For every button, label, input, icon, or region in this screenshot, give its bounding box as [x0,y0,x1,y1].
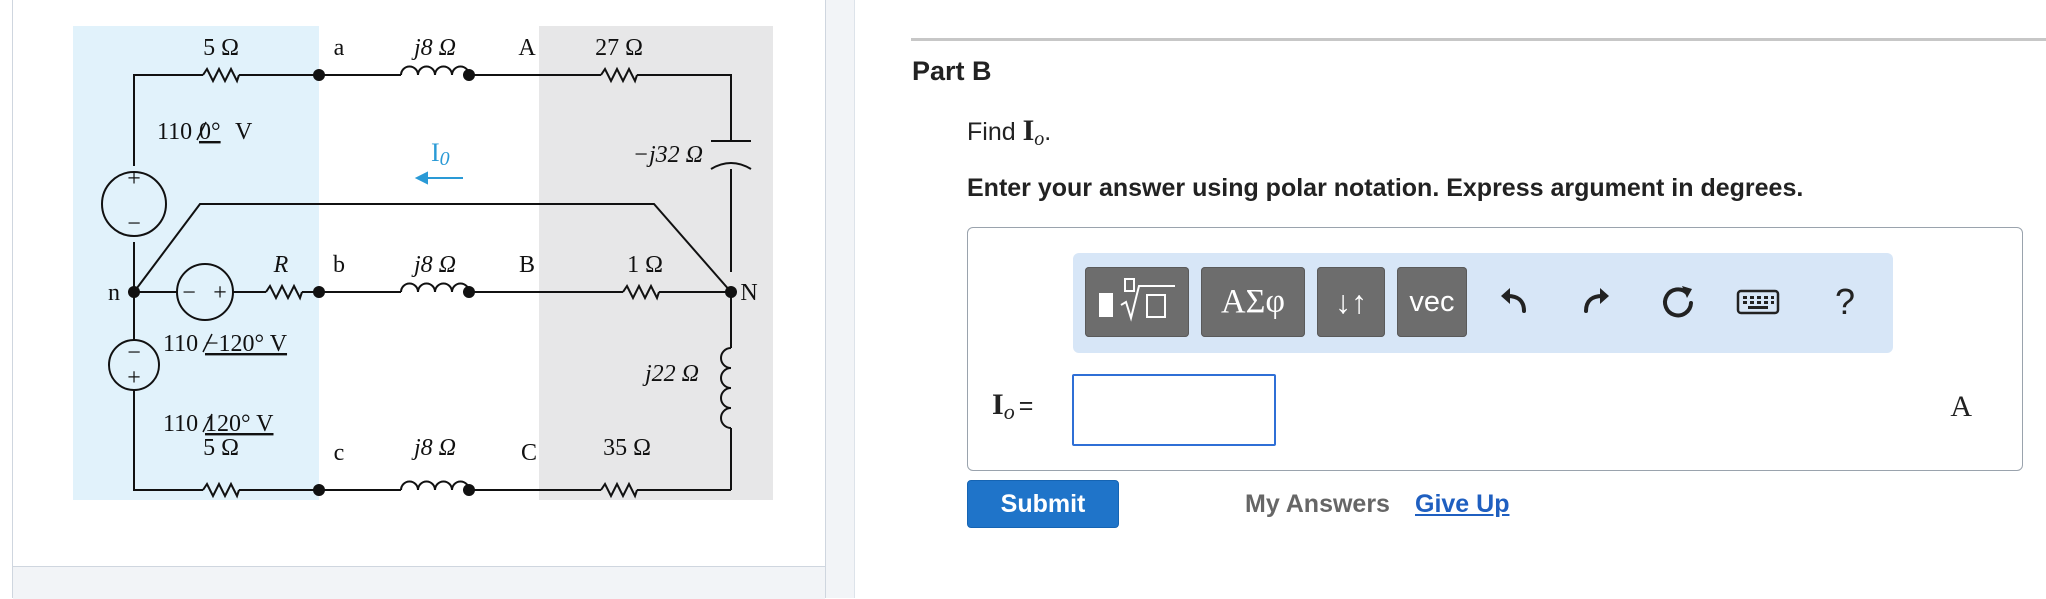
label-source-a-magnitude: 110 [157,119,192,145]
node-dot-b [313,286,325,298]
inductor-c [400,480,470,491]
submit-button[interactable]: Submit [967,480,1119,528]
my-answers-label: My Answers [1245,490,1390,518]
reset-button[interactable] [1648,267,1708,337]
label-resistor-27-ohm: 27 Ω [595,35,643,61]
label-inductor-b: j8 Ω [411,252,456,278]
fraction-root-template-icon [1099,278,1175,322]
question-prompt: Find Io. [967,114,1052,150]
answer-label-equals: = [1018,392,1034,420]
keyboard-button[interactable] [1728,267,1788,337]
source-b-plus: + [213,280,227,306]
label-inductor-a: j8 Ω [411,35,456,61]
label-node-a: a [334,35,345,61]
math-toolbar: ΑΣφ ↓↑ vec ? [1073,253,1893,353]
label-source-b-angle: −120° V [205,331,288,357]
label-node-B: B [519,252,535,278]
source-c-minus: − [127,340,141,366]
label-capacitor: −j32 Ω [633,142,703,168]
help-icon: ? [1834,281,1856,322]
label-node-n: n [108,280,120,306]
subscript-superscript-button[interactable]: ↓↑ [1317,267,1385,337]
answer-unit: A [1950,390,1972,423]
find-suffix: . [1044,118,1052,146]
panel-footer [13,566,825,599]
source-b-minus: − [182,280,196,306]
label-node-c: c [334,440,345,466]
label-node-A: A [518,35,536,61]
label-source-c-angle: 120° V [205,411,274,437]
node-dot-A [463,69,475,81]
panel-divider[interactable] [826,0,855,598]
answer-input[interactable] [1072,374,1276,446]
give-up-link[interactable]: Give Up [1415,490,1509,519]
label-inductor-c: j8 Ω [411,435,456,461]
label-resistor-r: R [273,252,289,278]
find-symbol: I [1022,114,1035,147]
redo-button[interactable] [1565,267,1625,337]
problem-figure-panel: 5 Ω a j8 Ω A 27 Ω 110 0° V + − I0 −j32 Ω… [12,0,826,599]
label-inductor-j22: j22 Ω [642,361,699,387]
label-resistor-5-ohm-top: 5 Ω [203,35,239,61]
instructions: Enter your answer using polar notation. … [967,174,1804,202]
inductor-a [400,65,470,76]
node-dot-N [725,286,737,298]
redo-icon [1584,288,1609,313]
label-resistor-35-ohm: 35 Ω [603,435,651,461]
keyboard-icon [1736,289,1780,315]
label-node-C: C [521,440,537,466]
find-subscript: o [1034,128,1045,150]
template-button[interactable] [1085,267,1189,337]
node-dot-c [313,484,325,496]
source-a-minus: − [127,211,141,237]
undo-icon [1501,288,1526,313]
label-source-c-magnitude: 110 [163,411,198,437]
source-a-plus: + [127,166,141,192]
node-dot-n [128,286,140,298]
section-divider [911,38,2046,41]
question-panel: Part B Find Io. Enter your answer using … [855,0,2046,598]
label-resistor-5-ohm-bottom: 5 Ω [203,435,239,461]
label-resistor-1-ohm: 1 Ω [627,252,663,278]
part-title: Part B [912,56,992,86]
source-c-plus: + [127,365,141,391]
answer-label-symbol: I [992,388,1004,421]
label-source-a-angle: 0° [199,119,221,145]
answer-box: ΑΣφ ↓↑ vec ? Io = A [967,227,2023,471]
greek-symbols-button[interactable]: ΑΣφ [1201,267,1305,337]
answer-label: Io = [992,388,1034,424]
node-dot-C [463,484,475,496]
find-prefix: Find [967,118,1023,146]
circuit-diagram: 5 Ω a j8 Ω A 27 Ω 110 0° V + − I0 −j32 Ω… [73,20,773,505]
inductor-b [400,282,470,293]
label-source-a-unit: V [235,119,253,145]
node-dot-B [463,286,475,298]
label-node-N: N [740,280,757,306]
label-node-b: b [333,252,345,278]
answer-label-subscript: o [1003,399,1015,424]
help-button[interactable]: ? [1815,267,1875,337]
vector-button[interactable]: vec [1397,267,1467,337]
undo-button[interactable] [1485,267,1545,337]
label-current-io: I0 [431,138,450,170]
reset-icon [1663,286,1693,318]
label-source-b-magnitude: 110 [163,331,198,357]
node-dot-a [313,69,325,81]
current-arrow-io [414,171,463,185]
